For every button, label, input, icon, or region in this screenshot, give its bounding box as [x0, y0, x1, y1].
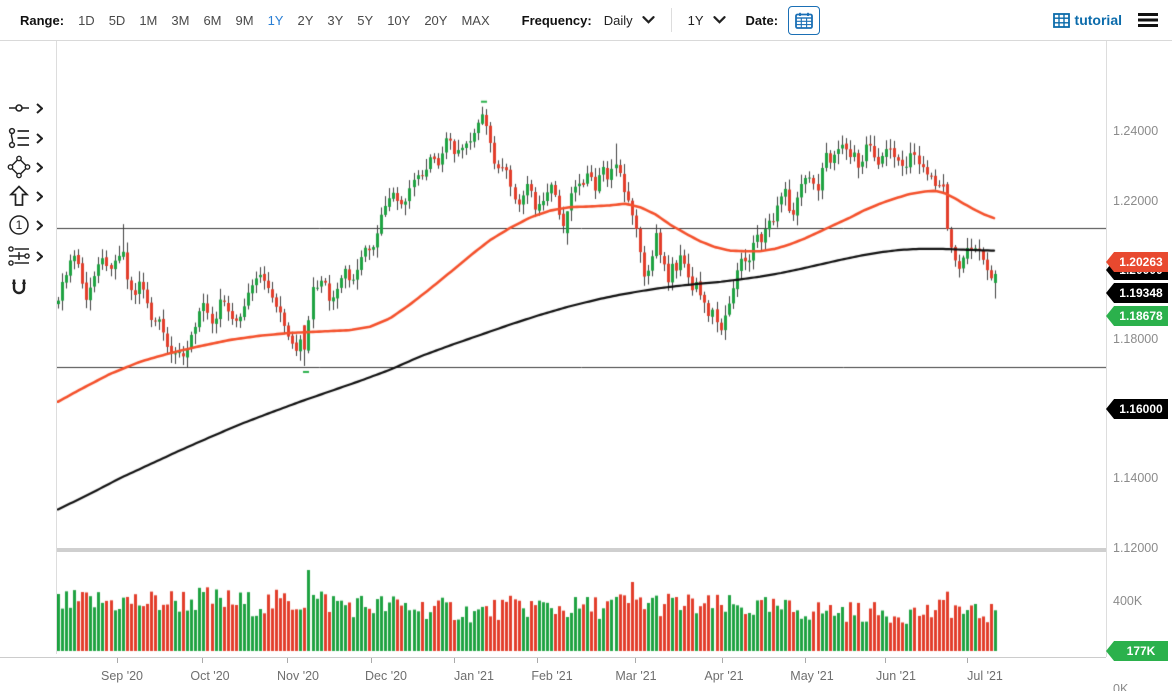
svg-text:1: 1	[16, 218, 23, 232]
toolbar-right: tutorial	[1053, 12, 1158, 28]
chevron-right-icon	[36, 133, 43, 144]
frequency-label: Frequency:	[522, 13, 592, 28]
time-axis-label: Nov '20	[263, 669, 333, 683]
frequency-dropdown[interactable]: Daily	[604, 13, 655, 28]
time-axis-label: Jul '21	[950, 669, 1020, 683]
tool-arrow[interactable]	[6, 183, 54, 209]
drawing-toolbar: 1	[0, 41, 57, 654]
last-price-badge: 1.18678	[1106, 306, 1168, 326]
chevron-right-icon	[36, 162, 43, 173]
magnet-icon	[6, 276, 32, 300]
date-picker-button[interactable]	[788, 6, 820, 35]
time-axis-tick	[722, 658, 723, 663]
range-button-3y[interactable]: 3Y	[327, 13, 343, 28]
chevron-right-icon	[36, 251, 43, 262]
period-dropdown[interactable]: 1Y	[688, 13, 726, 28]
tool-fib-levels[interactable]	[6, 243, 54, 269]
range-button-10y[interactable]: 10Y	[387, 13, 410, 28]
period-value: 1Y	[688, 13, 704, 28]
time-axis-label: May '21	[777, 669, 847, 683]
tutorial-icon	[1053, 13, 1070, 28]
range-button-6m[interactable]: 6M	[203, 13, 221, 28]
price-axis-border	[1106, 41, 1107, 657]
top-toolbar: Range: 1D 5D 1M 3M 6M 9M 1Y 2Y 3Y 5Y 10Y 20Y MAX Fre…	[0, 0, 1172, 41]
chevron-right-icon	[36, 191, 43, 202]
tool-shape[interactable]	[6, 154, 54, 180]
range-button-1y[interactable]: 1Y	[268, 13, 284, 28]
time-axis-border	[0, 657, 1106, 658]
time-axis-label: Sep '20	[87, 669, 157, 683]
menu-button[interactable]	[1138, 12, 1158, 28]
price-axis-label: 1.12000	[1113, 541, 1169, 555]
time-axis-tick	[454, 658, 455, 663]
tutorial-link[interactable]: tutorial	[1053, 12, 1122, 28]
calendar-icon	[795, 12, 813, 29]
hline-2-price-badge: 1.16000	[1106, 399, 1168, 419]
tool-magnet[interactable]	[6, 275, 54, 301]
annotation-icon	[6, 126, 32, 150]
range-button-5y[interactable]: 5Y	[357, 13, 373, 28]
chart-stage: 1 1.24000 1.22000 1.18000 1.14000 1.12000 40…	[0, 41, 1172, 691]
ma-fast-price-badge: 1.20263	[1106, 252, 1168, 272]
range-button-1d[interactable]: 1D	[78, 13, 95, 28]
time-axis-label: Feb '21	[517, 669, 587, 683]
range-label: Range:	[20, 13, 64, 28]
time-axis-label: Apr '21	[689, 669, 759, 683]
time-axis-tick	[537, 658, 538, 663]
hamburger-menu-icon	[1138, 12, 1158, 28]
chevron-down-icon	[713, 16, 726, 24]
range-button-5d[interactable]: 5D	[109, 13, 126, 28]
range-button-3m[interactable]: 3M	[171, 13, 189, 28]
volume-axis-label: 400K	[1113, 594, 1169, 608]
volume-axis-label: 0K	[1113, 682, 1169, 691]
range-button-max[interactable]: MAX	[461, 13, 489, 28]
tool-trend-line[interactable]	[6, 95, 54, 121]
time-axis-label: Mar '21	[601, 669, 671, 683]
tool-annotation[interactable]	[6, 125, 54, 151]
fib-levels-icon	[6, 244, 32, 268]
time-axis-tick	[371, 658, 372, 663]
time-axis-tick	[885, 658, 886, 663]
time-axis-tick	[202, 658, 203, 663]
range-button-2y[interactable]: 2Y	[297, 13, 313, 28]
frequency-value: Daily	[604, 13, 633, 28]
range-button-1m[interactable]: 1M	[139, 13, 157, 28]
range-button-20y[interactable]: 20Y	[424, 13, 447, 28]
time-axis-label: Oct '20	[175, 669, 245, 683]
price-axis-label: 1.24000	[1113, 124, 1169, 138]
range-selector: 1D 5D 1M 3M 6M 9M 1Y 2Y 3Y 5Y 10Y 20Y MAX	[78, 13, 504, 28]
range-button-9m[interactable]: 9M	[236, 13, 254, 28]
shape-icon	[6, 155, 32, 179]
chevron-right-icon	[36, 103, 43, 114]
time-axis-label: Jun '21	[861, 669, 931, 683]
price-axis-label: 1.22000	[1113, 194, 1169, 208]
tool-number-callout[interactable]: 1	[6, 212, 54, 238]
price-axis-label: 1.14000	[1113, 471, 1169, 485]
time-axis-label: Dec '20	[351, 669, 421, 683]
trend-line-icon	[6, 96, 32, 120]
pane-resize-handle[interactable]	[57, 548, 1106, 552]
chart-canvas[interactable]	[57, 41, 1106, 657]
number-one-circle-icon: 1	[6, 213, 32, 237]
ma-slow-price-badge: 1.19348	[1106, 283, 1168, 303]
time-axis-label: Jan '21	[439, 669, 509, 683]
arrow-up-icon	[6, 184, 32, 208]
chevron-down-icon	[642, 16, 655, 24]
time-axis-tick	[117, 658, 118, 663]
toolbar-divider	[671, 8, 672, 32]
last-volume-badge: 177K	[1106, 641, 1168, 661]
time-axis-tick	[287, 658, 288, 663]
chevron-right-icon	[36, 220, 43, 231]
time-axis-tick	[967, 658, 968, 663]
date-label: Date:	[746, 13, 779, 28]
tutorial-label: tutorial	[1075, 12, 1122, 28]
time-axis-tick	[805, 658, 806, 663]
time-axis-tick	[635, 658, 636, 663]
price-axis-label: 1.18000	[1113, 332, 1169, 346]
